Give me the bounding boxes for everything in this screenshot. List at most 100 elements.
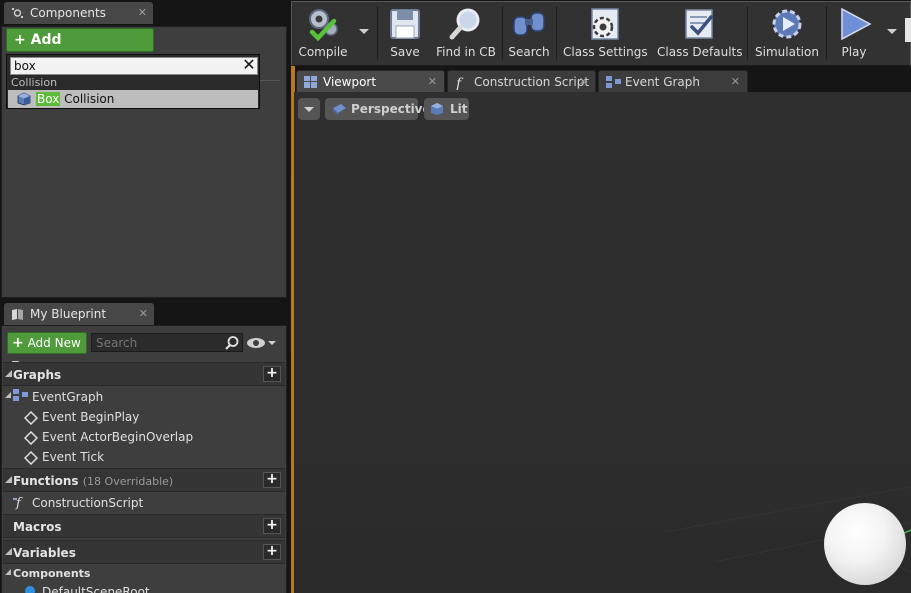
book-icon <box>12 309 23 320</box>
add-graph-button[interactable]: + <box>263 366 281 382</box>
event-icon <box>24 411 38 425</box>
tab-construction-script-label: Construction Script <box>474 75 590 89</box>
tree-item-components[interactable]: Components <box>13 566 90 582</box>
perspective-button[interactable]: Perspective <box>325 98 431 120</box>
blueprint-editor: Components ✕ + Add Component ▼ box ✕ Col… <box>0 0 911 593</box>
overridable-count: (18 Overridable) <box>82 475 174 488</box>
tab-viewport[interactable]: Viewport ✕ <box>296 70 445 92</box>
section-functions[interactable]: Functions (18 Overridable) + <box>3 468 285 492</box>
play-button[interactable]: Play <box>830 2 878 62</box>
simulation-button[interactable]: Simulation <box>754 2 820 62</box>
compile-label: Compile <box>298 45 348 59</box>
section-functions-title: Functions (18 Overridable) <box>13 474 173 488</box>
section-graphs-label: Graphs <box>13 368 62 382</box>
add-macro-button[interactable]: + <box>263 518 281 534</box>
close-icon[interactable]: ✕ <box>139 303 148 325</box>
play-options-chevron-icon[interactable] <box>887 29 897 34</box>
viewport-options-button[interactable] <box>298 98 320 120</box>
cube-icon <box>431 103 443 115</box>
compile-icon <box>309 9 338 42</box>
simulation-label: Simulation <box>755 45 819 59</box>
toolbar-separator <box>556 6 557 60</box>
settings-icon <box>591 8 619 40</box>
blueprint-search-input[interactable] <box>91 333 243 352</box>
tree-item-constructionscript[interactable]: ConstructionScript <box>32 495 143 511</box>
tree-item-event-tick[interactable]: Event Tick <box>42 449 104 465</box>
tab-event-graph-label: Event Graph <box>625 75 700 89</box>
close-icon[interactable]: ✕ <box>138 2 147 24</box>
search-match-highlight: Box <box>36 92 61 106</box>
compile-button[interactable]: Compile <box>296 2 350 62</box>
viewport-canvas[interactable] <box>294 92 911 593</box>
clear-search-icon[interactable]: ✕ <box>242 57 256 74</box>
tree-item-eventgraph[interactable]: EventGraph <box>32 389 103 405</box>
scene-root-icon <box>25 586 35 593</box>
collapse-arrow-icon[interactable] <box>5 476 12 483</box>
event-icon <box>24 431 38 445</box>
toolbar-separator <box>747 6 748 60</box>
component-search-input[interactable]: box <box>10 57 258 75</box>
section-variables-label: Variables <box>13 546 76 560</box>
svg-text:f: f <box>455 76 464 90</box>
tab-components-label: Components <box>30 6 106 20</box>
toolbar-overflow[interactable] <box>905 18 911 42</box>
play-icon <box>841 7 872 41</box>
class-defaults-button[interactable]: Class Defaults <box>657 2 743 62</box>
tree-arrow-icon[interactable] <box>5 392 11 398</box>
section-variables[interactable]: Variables + <box>3 540 285 564</box>
close-icon[interactable]: ✕ <box>428 71 437 93</box>
cube-icon <box>17 92 31 106</box>
result-box-collision[interactable]: Box Collision <box>8 90 258 108</box>
toolbar-separator <box>377 6 378 60</box>
toolbar-separator <box>502 6 503 60</box>
save-label: Save <box>390 45 420 59</box>
add-new-button[interactable]: + Add New ▼ <box>7 332 87 370</box>
defaults-icon <box>685 9 713 39</box>
tree-arrow-icon[interactable] <box>5 569 11 575</box>
section-macros-label: Macros <box>13 520 62 534</box>
class-defaults-label: Class Defaults <box>657 45 743 59</box>
collapse-arrow-icon[interactable] <box>5 548 12 555</box>
tab-components[interactable]: Components ✕ <box>4 2 153 24</box>
tab-my-blueprint[interactable]: My Blueprint ✕ <box>4 303 154 325</box>
section-macros[interactable]: Macros + <box>3 514 285 538</box>
tab-construction-script[interactable]: f Construction Script ✕ <box>447 70 596 92</box>
floor-grid <box>663 486 911 573</box>
add-component-button[interactable]: + Add Component ▼ <box>6 28 154 70</box>
toolbar-separator <box>826 6 827 60</box>
tab-event-graph[interactable]: Event Graph ✕ <box>598 70 748 92</box>
simulation-icon <box>772 9 802 39</box>
find-in-cb-button[interactable]: Find in CB <box>434 2 498 62</box>
section-functions-label: Functions <box>13 474 79 488</box>
tree-item-event-actorbeginoverlap[interactable]: Event ActorBeginOverlap <box>42 429 193 445</box>
find-icon <box>449 8 480 40</box>
add-variable-button[interactable]: + <box>263 544 281 560</box>
event-icon <box>24 451 38 465</box>
collapse-arrow-icon[interactable] <box>5 370 12 377</box>
tree-item-event-beginplay[interactable]: Event BeginPlay <box>42 409 139 425</box>
tab-viewport-label: Viewport <box>323 75 377 89</box>
function-icon: f <box>455 76 464 90</box>
close-icon[interactable]: ✕ <box>579 71 588 93</box>
category-label: Collision <box>11 76 58 89</box>
save-button[interactable]: Save <box>383 2 427 62</box>
class-settings-button[interactable]: Class Settings <box>563 2 648 62</box>
search-button[interactable]: Search <box>506 2 552 62</box>
compile-options-chevron-icon[interactable] <box>359 29 369 34</box>
add-function-button[interactable]: + <box>263 472 281 488</box>
class-settings-label: Class Settings <box>563 45 648 59</box>
result-label-rest: Collision <box>60 92 115 106</box>
search-icon[interactable] <box>224 335 240 351</box>
save-icon <box>390 9 420 39</box>
perspective-label: Perspective <box>351 102 431 116</box>
close-icon[interactable]: ✕ <box>731 71 740 93</box>
default-scene-root-sphere[interactable] <box>824 503 906 585</box>
add-new-label: Add New <box>27 336 81 350</box>
perspective-cube-icon <box>333 104 346 115</box>
tree-item-defaultsceneroot[interactable]: DefaultSceneRoot <box>42 584 150 593</box>
section-graphs[interactable]: Graphs + <box>3 362 285 386</box>
plus-icon: + <box>12 335 24 351</box>
lit-button[interactable]: Lit <box>424 98 469 120</box>
eye-icon[interactable] <box>246 335 280 351</box>
tab-my-blueprint-label: My Blueprint <box>30 307 107 321</box>
